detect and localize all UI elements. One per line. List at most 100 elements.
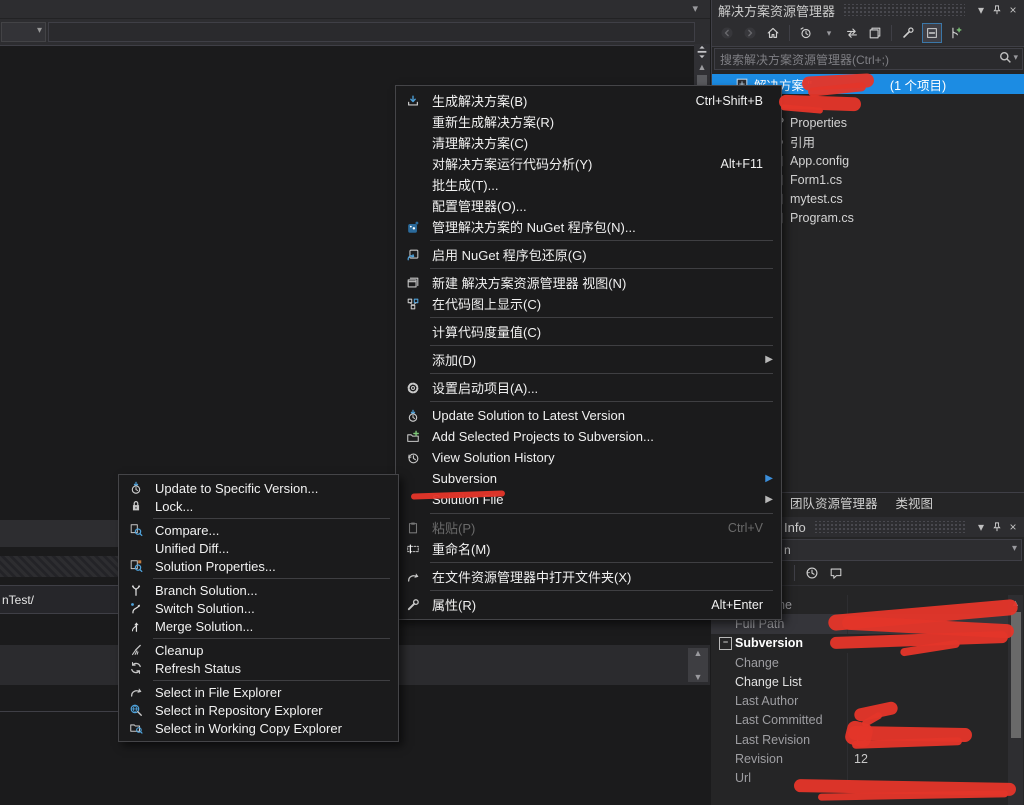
history-circle-icon[interactable] [803,564,821,582]
menu-item-branch-solution[interactable]: Branch Solution... [119,581,398,599]
menu-item-label: Update Solution to Latest Version [432,408,763,423]
open-folder-icon [402,569,424,585]
tree-item-label: Program.cs [790,211,854,225]
grid-row-change-list[interactable]: Change List [711,672,1008,691]
no-icon [402,324,424,340]
menu-item-view-solution-history[interactable]: View Solution History [396,447,781,468]
menu-item-label: Select in Working Copy Explorer [155,721,380,736]
codemap-icon [402,296,424,312]
menu-separator [153,518,390,519]
menu-item-open-folder-in-file-explorer[interactable]: 在文件资源管理器中打开文件夹(X) [396,566,781,587]
menu-item-label: 在文件资源管理器中打开文件夹(X) [432,567,763,586]
close-icon[interactable]: × [1005,519,1021,535]
refresh-icon[interactable] [843,24,861,42]
menu-item-cleanup[interactable]: Cleanup [119,641,398,659]
menu-item-subversion[interactable]: Subversion▶ [396,468,781,489]
menu-item-show-on-code-map[interactable]: 在代码图上显示(C) [396,293,781,314]
home-icon[interactable] [764,24,782,42]
collapse-all-icon[interactable] [866,24,884,42]
menu-item-new-solution-explorer-view[interactable]: 新建 解决方案资源管理器 视图(N) [396,272,781,293]
toolbar-field[interactable] [48,22,695,42]
collapse-expander-icon[interactable]: − [719,637,732,650]
grid-row-revision[interactable]: Revision12 [711,749,1008,768]
chevron-down-icon[interactable]: ▾ [973,519,989,535]
sync-branch-icon[interactable] [947,24,965,42]
solution-explorer-toolbar: ▾ [712,20,1024,47]
solution-explorer-header: 解决方案资源管理器 ▾ × [712,0,1024,20]
menu-item-compare[interactable]: Compare... [119,521,398,539]
menu-item-configuration-manager[interactable]: 配置管理器(O)... [396,195,781,216]
menu-item-refresh-status[interactable]: Refresh Status [119,659,398,677]
close-icon[interactable]: × [1005,2,1021,18]
no-icon [402,177,424,193]
menu-item-properties[interactable]: 属性(R)Alt+Enter [396,594,781,615]
splitter-handle-icon[interactable] [695,44,709,60]
menu-item-run-code-analysis[interactable]: 对解决方案运行代码分析(Y)Alt+F11 [396,153,781,174]
grip-texture [814,521,965,533]
menu-item-paste[interactable]: 粘贴(P)Ctrl+V [396,517,781,538]
chevron-down-small-icon[interactable]: ▾ [820,24,838,42]
menu-item-update-solution-latest[interactable]: Update Solution to Latest Version [396,405,781,426]
menu-item-build-solution[interactable]: 生成解决方案(B)Ctrl+Shift+B [396,90,781,111]
menu-item-update-to-specific-version[interactable]: Update to Specific Version... [119,479,398,497]
menu-item-label: Add Selected Projects to Subversion... [432,429,763,444]
menu-item-label: Select in File Explorer [155,685,380,700]
pin-icon[interactable] [989,519,1005,535]
tab-1[interactable]: 团队资源管理器 [788,490,880,515]
menu-item-label: 配置管理器(O)... [432,196,763,215]
menu-item-calculate-code-metrics[interactable]: 计算代码度量值(C) [396,321,781,342]
history-icon [402,450,424,466]
pin-icon[interactable] [989,2,1005,18]
grid-row-change[interactable]: Change [711,653,1008,672]
search-input[interactable]: 搜索解决方案资源管理器(Ctrl+;) ▾ [714,48,1023,70]
menu-item-enable-nuget-restore[interactable]: 启用 NuGet 程序包还原(G) [396,244,781,265]
menu-item-select-in-repository-explorer[interactable]: Select in Repository Explorer [119,701,398,719]
comment-icon[interactable] [827,564,845,582]
menu-item-label: Solution Properties... [155,559,380,574]
menu-item-select-in-working-copy-explorer[interactable]: Select in Working Copy Explorer [119,719,398,737]
menu-item-shortcut: Alt+F11 [721,157,764,171]
divider [0,711,120,712]
menu-item-shortcut: Ctrl+Shift+B [696,94,763,108]
menu-item-rename[interactable]: 重命名(M) [396,538,781,559]
menu-item-rebuild-solution[interactable]: 重新生成解决方案(R) [396,111,781,132]
menu-item-select-in-file-explorer[interactable]: Select in File Explorer [119,683,398,701]
chevron-down-icon: ▾ [37,25,42,36]
build-icon [402,93,424,109]
menu-item-label: 重命名(M) [432,539,763,558]
menu-item-manage-nuget-packages[interactable]: 管理解决方案的 NuGet 程序包(N)... [396,216,781,237]
menu-item-add[interactable]: 添加(D)▶ [396,349,781,370]
properties-wrench-icon[interactable] [899,24,917,42]
tab-2[interactable]: 类视图 [894,490,936,515]
menu-item-label: 在代码图上显示(C) [432,294,763,313]
pending-changes-icon[interactable] [797,24,815,42]
menu-item-batch-build[interactable]: 批生成(T)... [396,174,781,195]
merge-icon [125,618,147,634]
menu-separator [153,638,390,639]
menu-item-clean-solution[interactable]: 清理解决方案(C) [396,132,781,153]
menu-item-label: Cleanup [155,643,380,658]
menu-item-solution-properties[interactable]: Solution Properties... [119,557,398,575]
no-icon [125,540,147,556]
open-folder-icon [125,684,147,700]
menu-item-merge-solution[interactable]: Merge Solution... [119,617,398,635]
menu-item-lock[interactable]: Lock... [119,497,398,515]
tree-item-label: mytest.cs [790,192,843,206]
menu-item-set-startup-projects[interactable]: 设置启动项目(A)... [396,377,781,398]
search-icon[interactable]: ▾ [998,50,1018,65]
toolbar-combobox[interactable]: ▾ [1,22,46,42]
menu-item-label: Switch Solution... [155,601,380,616]
menu-item-label: 新建 解决方案资源管理器 视图(N) [432,273,763,292]
menu-item-label: 添加(D) [432,350,763,369]
mini-scrollbar[interactable]: ▲ ▼ [688,648,708,682]
no-icon [402,114,424,130]
show-all-files-icon[interactable] [922,23,942,43]
menu-item-label: Merge Solution... [155,619,380,634]
menu-item-label: Branch Solution... [155,583,380,598]
rename-icon [402,541,424,557]
chevron-down-icon[interactable]: ▾ [973,2,989,18]
menu-item-unified-diff[interactable]: Unified Diff... [119,539,398,557]
chevron-down-icon[interactable]: ▾ [692,2,698,15]
menu-item-switch-solution[interactable]: Switch Solution... [119,599,398,617]
menu-item-add-projects-to-subversion[interactable]: Add Selected Projects to Subversion... [396,426,781,447]
